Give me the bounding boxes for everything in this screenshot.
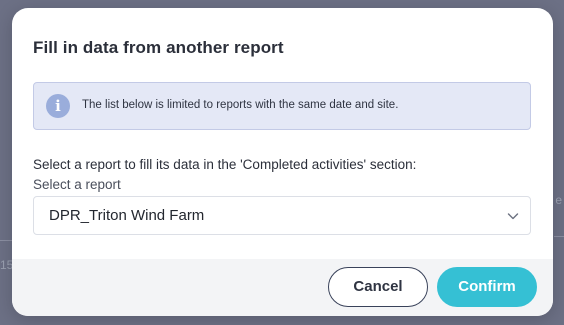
info-banner-text: The list below is limited to reports wit…	[82, 99, 399, 111]
report-select-label: Select a report	[33, 177, 121, 192]
backdrop-divider	[0, 240, 12, 241]
report-select[interactable]: DPR_Triton Wind Farm	[33, 196, 531, 235]
info-banner: i The list below is limited to reports w…	[33, 82, 531, 130]
chevron-down-icon	[507, 213, 519, 220]
select-instruction: Select a report to fill its data in the …	[33, 157, 417, 172]
confirm-button[interactable]: Confirm	[437, 267, 537, 307]
dialog-title: Fill in data from another report	[33, 38, 284, 57]
backdrop-partial-text-right: e	[555, 193, 562, 207]
report-select-value: DPR_Triton Wind Farm	[49, 207, 205, 224]
cancel-button[interactable]: Cancel	[328, 267, 428, 307]
backdrop-divider-right	[554, 236, 564, 237]
info-icon: i	[46, 94, 70, 118]
fill-data-dialog: Fill in data from another report i The l…	[12, 8, 553, 316]
